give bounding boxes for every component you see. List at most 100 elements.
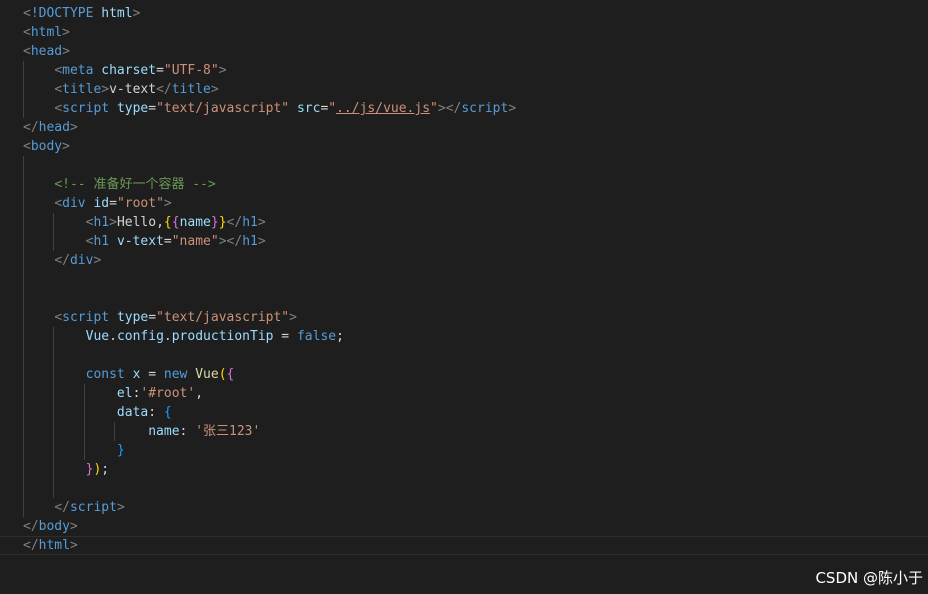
code-token: ;	[101, 462, 110, 477]
code-line[interactable]: <div id="root">	[0, 194, 928, 213]
code-token: >	[93, 253, 102, 268]
code-line[interactable]	[0, 346, 928, 365]
code-line[interactable]: <script type="text/javascript">	[0, 308, 928, 327]
code-token: type	[116, 101, 149, 116]
code-token: script	[461, 101, 509, 116]
indent-guide	[53, 441, 55, 460]
code-line[interactable]	[0, 479, 928, 498]
code-line[interactable]: </html>	[0, 536, 928, 555]
code-token: =	[148, 310, 157, 325]
code-line[interactable]: <h1 v-text="name"></h1>	[0, 232, 928, 251]
code-token: src	[296, 101, 321, 116]
indent-guide	[53, 384, 55, 403]
code-token: <	[23, 139, 31, 154]
code-token: >	[69, 120, 78, 135]
code-token: '#root'	[140, 386, 196, 401]
indent-guide	[23, 156, 24, 175]
code-token: <!-- 准备好一个容器 -->	[54, 177, 216, 192]
code-token: <	[54, 196, 63, 211]
code-line[interactable]: <title>v-text</title>	[0, 80, 928, 99]
code-token: :	[179, 424, 196, 439]
code-editor[interactable]: <!DOCTYPE html> <html> <head> <meta charse…	[0, 4, 928, 555]
code-token: </	[23, 120, 39, 135]
code-line[interactable]: <!DOCTYPE html>	[0, 4, 928, 23]
code-token: "name"	[171, 234, 219, 249]
code-line[interactable]	[0, 156, 928, 175]
code-token: </	[156, 82, 172, 97]
code-token: >	[62, 139, 70, 154]
code-token: Hello,	[116, 215, 164, 230]
code-line[interactable]: <html>	[0, 23, 928, 42]
code-line[interactable]	[0, 270, 928, 289]
indent-guide	[53, 403, 55, 422]
csdn-watermark: CSDN @陈小于	[815, 569, 923, 587]
code-token: <	[23, 6, 31, 21]
code-line[interactable]: </body>	[0, 517, 928, 536]
code-line[interactable]: Vue.config.productionTip = false;	[0, 327, 928, 346]
code-token: productionTip	[171, 329, 274, 344]
code-line[interactable]: const x = new Vue({	[0, 365, 928, 384]
code-token: body	[38, 519, 70, 534]
code-line[interactable]: <h1>Hello,{{name}}</h1>	[0, 213, 928, 232]
indent-guide	[83, 403, 85, 422]
code-token: Vue	[195, 367, 219, 382]
indent-guide	[23, 270, 24, 289]
code-token: >	[69, 519, 78, 534]
code-token: <	[54, 310, 63, 325]
indent-guide	[114, 422, 116, 441]
code-line[interactable]: </div>	[0, 251, 928, 270]
code-token: <	[23, 25, 31, 40]
code-token: =	[156, 63, 164, 78]
code-token: >	[109, 215, 117, 230]
indent-guide	[23, 479, 24, 498]
code-token: head	[38, 120, 70, 135]
code-line[interactable]: <head>	[0, 42, 928, 61]
indent-guide	[23, 251, 24, 270]
code-token: h1	[242, 215, 258, 230]
indent-guide	[23, 194, 24, 213]
code-line[interactable]: }	[0, 441, 928, 460]
code-line[interactable]: <script type="text/javascript" src="../j…	[0, 99, 928, 118]
code-token: </	[23, 519, 39, 534]
indent-guide	[23, 80, 24, 99]
code-token: body	[30, 139, 63, 154]
code-line[interactable]	[0, 289, 928, 308]
code-token: div	[62, 196, 86, 211]
code-line[interactable]: <body>	[0, 137, 928, 156]
indent-guide	[23, 232, 24, 251]
code-token: v-text	[116, 234, 164, 249]
code-line[interactable]: name: '张三123'	[0, 422, 928, 441]
indent-guide	[23, 384, 24, 403]
code-token: script	[62, 310, 110, 325]
code-line[interactable]: </script>	[0, 498, 928, 517]
code-token: ></	[218, 234, 243, 249]
indent-guide	[23, 422, 24, 441]
code-line[interactable]: <meta charset="UTF-8">	[0, 61, 928, 80]
code-token: <	[54, 82, 63, 97]
code-token: >	[289, 310, 297, 325]
code-line[interactable]: data: {	[0, 403, 928, 422]
code-token: >	[257, 234, 266, 249]
code-token: title	[171, 82, 211, 97]
code-token: false	[296, 329, 337, 344]
code-token: <	[54, 63, 63, 78]
code-line[interactable]: </head>	[0, 118, 928, 137]
code-line[interactable]: <!-- 准备好一个容器 -->	[0, 175, 928, 194]
indent-guide	[83, 422, 85, 441]
code-token: script	[69, 500, 117, 515]
indent-guide	[23, 460, 24, 479]
code-line[interactable]: el:'#root',	[0, 384, 928, 403]
code-token: ../js/vue.js	[336, 101, 431, 116]
code-line[interactable]: });	[0, 460, 928, 479]
code-token: >	[62, 25, 70, 40]
